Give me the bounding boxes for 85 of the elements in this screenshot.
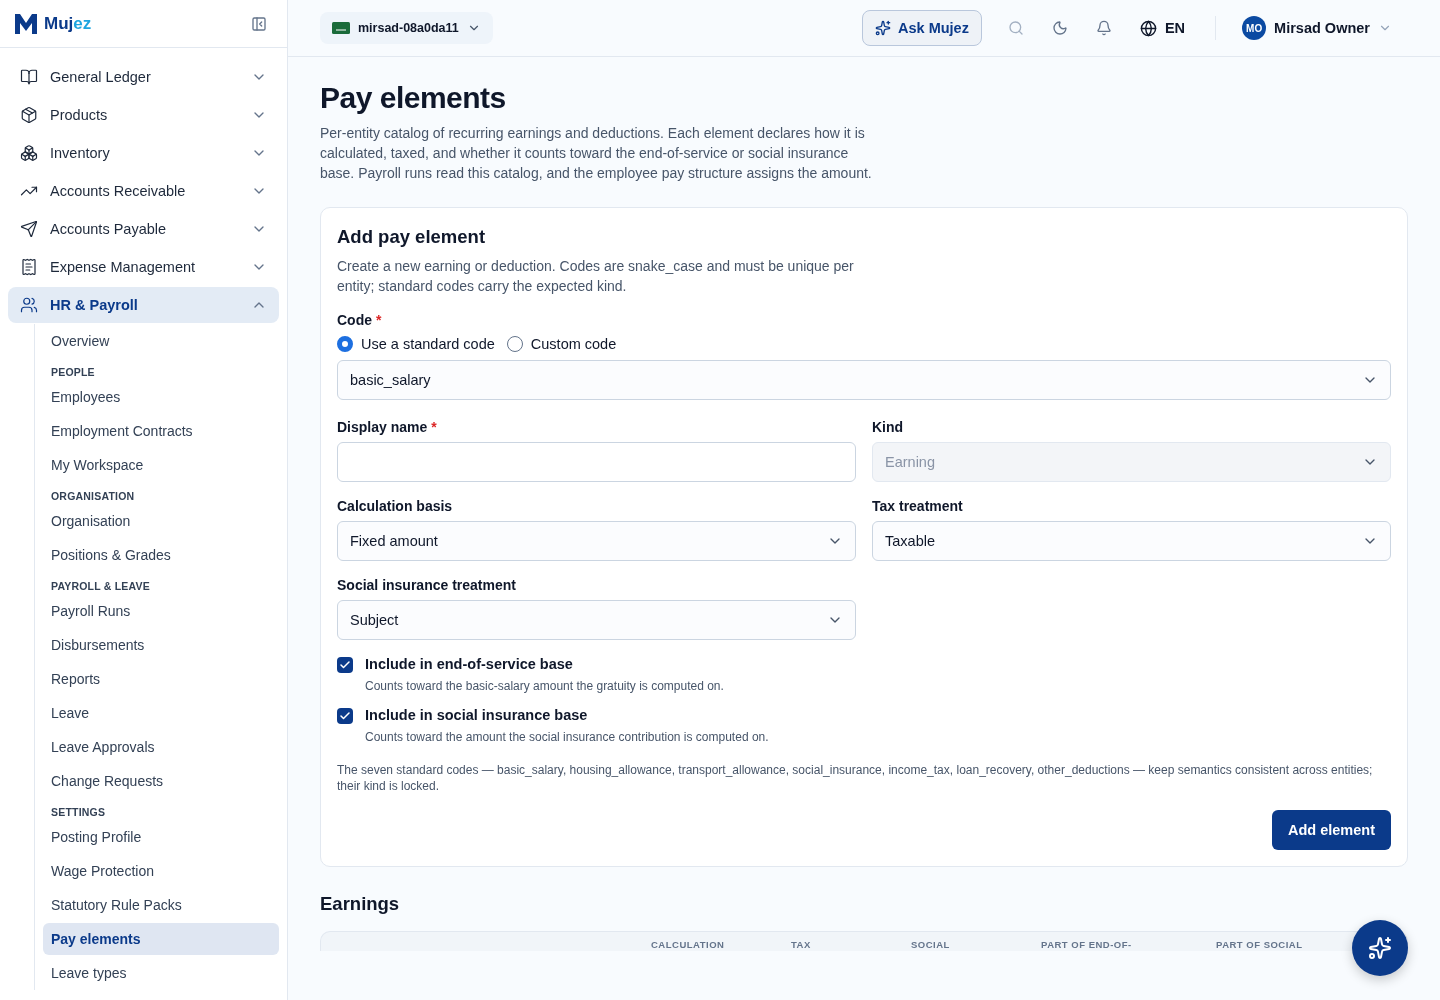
sidebar-item[interactable]: Expense Management xyxy=(8,249,279,285)
section-heading: PEOPLE xyxy=(50,365,96,380)
field-label: Kind xyxy=(872,419,904,435)
column-header: SOCIAL xyxy=(911,939,951,950)
section-heading: ORGANISATION xyxy=(50,489,136,504)
field-label: Code xyxy=(337,312,372,328)
search-icon xyxy=(1007,20,1024,36)
column-header: TAX xyxy=(791,939,812,950)
check-icon xyxy=(339,659,351,671)
field-label: Calculation basis xyxy=(337,498,453,514)
select-field[interactable]: Fixed amount xyxy=(337,521,856,561)
sidebar-subitem[interactable]: My Workspace xyxy=(43,449,279,481)
note-text: The seven standard codes — basic_salary, housing_allowance, transport_allowance, social_insurance, income_tax, loan_recovery, other_deductions — keep semantics consistent across entities; their kind is locked. xyxy=(337,762,1374,794)
radio-option[interactable]: Custom code xyxy=(506,336,617,352)
checkbox[interactable] xyxy=(337,708,353,724)
boxes-icon xyxy=(20,144,38,162)
section-heading: SETTINGS xyxy=(50,805,107,820)
column-header: PART OF SOCIAL xyxy=(1216,939,1304,950)
sidebar-subitem[interactable]: Disbursements xyxy=(43,629,279,661)
sidebar-subitem[interactable]: Change Requests xyxy=(43,765,279,797)
sidebar-subitem[interactable]: Pay elements xyxy=(43,923,279,955)
sparkles-icon xyxy=(1368,936,1392,960)
sidebar-subitem[interactable]: Reports xyxy=(43,663,279,695)
paper-plane-icon xyxy=(20,220,38,238)
sidebar-item[interactable]: Accounts Payable xyxy=(8,211,279,247)
required-mark: * xyxy=(376,312,382,328)
sidebar-subitem[interactable]: Employment Contracts xyxy=(43,415,279,447)
brand-name: Mujez xyxy=(44,13,93,34)
sidebar-subitem[interactable]: Employees xyxy=(43,381,279,413)
sidebar-subitem[interactable]: Leave xyxy=(43,697,279,729)
sidebar-item[interactable]: HR & Payroll xyxy=(8,287,279,323)
select-field[interactable]: Taxable xyxy=(872,521,1391,561)
column-header: PART OF END-OF- xyxy=(1041,939,1133,950)
book-icon xyxy=(20,68,38,86)
card-title: Add pay element xyxy=(337,226,487,248)
sidebar-subitem[interactable]: Posting Profile xyxy=(43,821,279,853)
field-label: Display name xyxy=(337,419,428,435)
bell-icon xyxy=(1095,20,1112,36)
sidebar-subitem[interactable]: Leave types xyxy=(43,957,279,989)
user-menu[interactable]: MO Mirsad Owner xyxy=(1236,15,1398,41)
sidebar-subitem[interactable]: Payroll Runs xyxy=(43,595,279,627)
ask-button[interactable]: Ask Mujez xyxy=(862,10,982,46)
text-field[interactable] xyxy=(337,442,856,482)
column-header: CALCULATION xyxy=(651,939,726,950)
receipt-icon xyxy=(20,258,38,276)
box-icon xyxy=(20,106,38,124)
sidebar-item[interactable]: Accounts Receivable xyxy=(8,173,279,209)
card-description: Create a new earning or deduction. Codes are snake_case and must be unique per entity; standard codes carry the expected kind. xyxy=(337,257,855,296)
page-title: Pay elements xyxy=(320,81,507,115)
sidebar-subitem[interactable]: Leave Approvals xyxy=(43,731,279,763)
logo-icon xyxy=(14,12,38,35)
sidebar-subitem[interactable]: Statutory Rule Packs xyxy=(43,889,279,921)
required-mark: * xyxy=(431,419,437,435)
check-icon xyxy=(339,710,351,722)
sidebar-item[interactable]: Products xyxy=(8,97,279,133)
checkbox-hint: Counts toward the basic-salary amount the gratuity is computed on. xyxy=(365,679,725,693)
field-label: Tax treatment xyxy=(872,498,963,514)
checkbox-hint: Counts toward the amount the social insurance contribution is computed on. xyxy=(365,730,770,744)
sparkles-icon xyxy=(875,20,892,36)
add-element-button[interactable]: Add element xyxy=(1272,810,1391,850)
globe-icon xyxy=(1139,19,1157,37)
field-label: Social insurance treatment xyxy=(337,577,516,593)
user-avatar: MO xyxy=(1242,16,1267,40)
section-heading: PAYROLL & LEAVE xyxy=(50,579,151,594)
code-select[interactable]: basic_salary xyxy=(337,360,1391,400)
sidebar-item[interactable]: Inventory xyxy=(8,135,279,171)
organization-switcher[interactable]: mirsad-08a0da11 xyxy=(320,12,493,44)
select-field[interactable]: Subject xyxy=(337,600,856,640)
page-description: Per-entity catalog of recurring earnings and deductions. Each element declares how it is calculated, taxed, and whether it counts toward the end-of-service or social insurance base. Payroll runs read this catalog, and the employee pay structure assigns the amount. xyxy=(320,124,873,183)
sidebar-subitem[interactable]: Positions & Grades xyxy=(43,539,279,571)
users-icon xyxy=(20,296,38,314)
sidebar-subitem[interactable]: Overview xyxy=(43,325,279,357)
language-button[interactable]: EN xyxy=(1129,19,1196,37)
checkbox[interactable] xyxy=(337,657,353,673)
radio-option[interactable]: Use a standard code xyxy=(337,336,495,352)
section-title: Earnings xyxy=(320,893,401,915)
checkbox-label: Include in social insurance base xyxy=(365,707,589,724)
flag-icon xyxy=(332,22,350,34)
checkbox-label: Include in end-of-service base xyxy=(365,656,574,673)
sidebar-toggle-icon[interactable] xyxy=(251,15,267,32)
assistant-button[interactable] xyxy=(1352,920,1408,976)
moon-icon xyxy=(1051,20,1068,36)
sidebar-subitem[interactable]: Wage Protection xyxy=(43,855,279,887)
sidebar-item[interactable]: General Ledger xyxy=(8,59,279,95)
sidebar-subitem[interactable]: Organisation xyxy=(43,505,279,537)
